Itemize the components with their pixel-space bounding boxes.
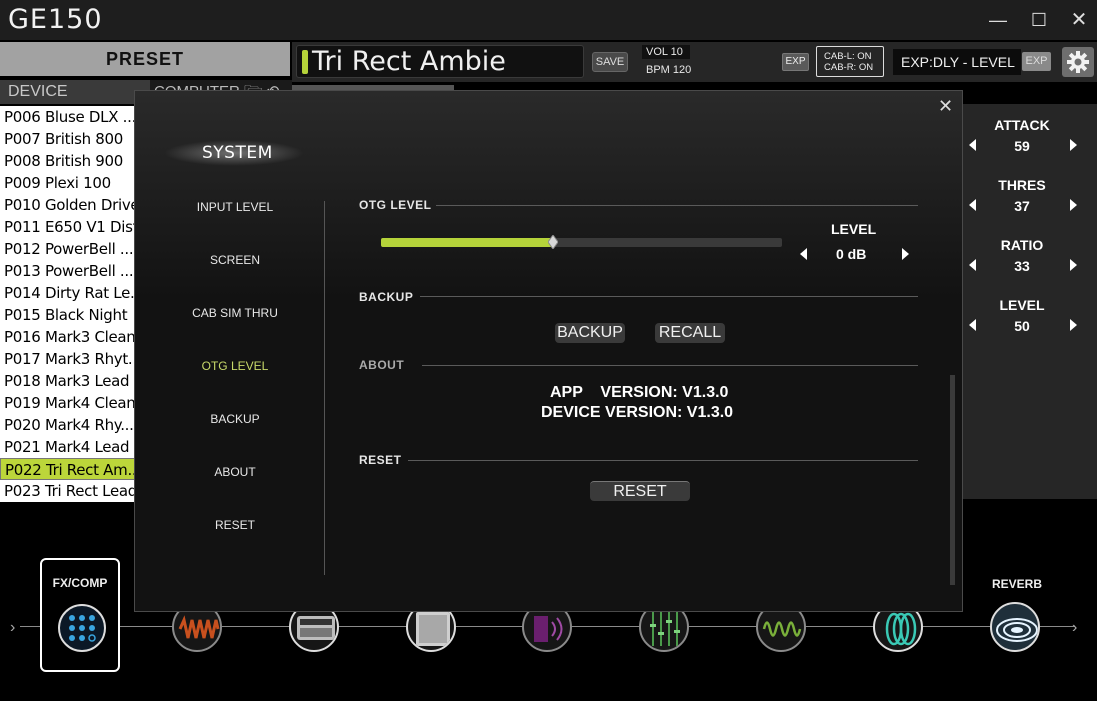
bpm-readout: BPM 120 [646,64,692,76]
preset-list-item[interactable]: P021 Mark4 Lead [0,436,135,458]
decrease-arrow-icon[interactable] [969,139,976,151]
nav-backup[interactable]: BACKUP [160,412,310,426]
nav-divider [324,201,325,575]
app-title: GE150 [8,4,103,35]
level-increase-icon[interactable] [902,248,909,260]
param-value: 37 [1014,198,1030,214]
increase-arrow-icon[interactable] [1070,319,1077,331]
preset-list-item[interactable]: P020 Mark4 Rhy... [0,414,135,436]
param-name: THRES [998,177,1046,193]
nav-otg-level[interactable]: OTG LEVEL [160,359,310,373]
increase-arrow-icon[interactable] [1070,199,1077,211]
device-version: DEVICE VERSION: V1.3.0 [541,404,734,421]
exp-toggle-button[interactable]: EXP [1022,52,1051,71]
preset-name[interactable]: Tri Rect Ambie [312,46,506,77]
cab-status[interactable]: CAB-L: ON CAB-R: ON [816,46,884,77]
settings-button[interactable] [1062,47,1094,77]
reverb-label: REVERB [992,577,1043,591]
nav-cab-sim-thru[interactable]: CAB SIM THRU [160,306,310,320]
preset-list-item[interactable]: P016 Mark3 Clean [0,326,135,348]
param-value: 33 [1014,258,1030,274]
about-heading: ABOUT [359,358,405,372]
preset-list-item[interactable]: P017 Mark3 Rhyt... [0,348,135,370]
reset-heading: RESET [359,453,402,467]
otg-level-slider-fill [381,238,553,247]
recall-button[interactable]: RECALL [655,323,725,343]
param-name: RATIO [1000,237,1044,253]
preset-list-item[interactable]: P007 British 800 [0,128,135,150]
preset-list-item[interactable]: P013 PowerBell ... [0,260,135,282]
reverb-module-icon[interactable] [990,602,1040,652]
nav-about[interactable]: ABOUT [160,465,310,479]
section-divider [422,365,918,366]
preset-list-item[interactable]: P023 Tri Rect Lead [0,480,135,502]
fxcomp-icon [58,604,106,652]
nav-screen[interactable]: SCREEN [160,253,310,267]
otg-level-heading: OTG LEVEL [359,198,432,212]
preset-list-item[interactable]: P012 PowerBell ... [0,238,135,260]
gear-icon [1067,51,1089,73]
preset-list-item[interactable]: P011 E650 V1 Dist [0,216,135,238]
title-bar [0,0,1097,40]
reset-button[interactable]: RESET [590,481,690,501]
save-button[interactable]: SAVE [592,52,628,72]
param-name: LEVEL [999,297,1045,313]
chain-out-arrow-icon: › [1072,619,1078,636]
otg-level-value: 0 dB [836,246,867,262]
preset-list-item[interactable]: P022 Tri Rect Am... [0,458,135,480]
preset-indicator [302,50,308,74]
preset-list-item[interactable]: P014 Dirty Rat Le... [0,282,135,304]
decrease-arrow-icon[interactable] [969,319,976,331]
close-window-button[interactable]: ✕ [1067,8,1091,32]
preset-list: P006 Bluse DLX ... P007 British 800 P008 B… [0,106,135,502]
section-divider [420,296,918,297]
fxcomp-label: FX/COMP [52,576,108,590]
decrease-arrow-icon[interactable] [969,199,976,211]
param-value: 50 [1014,318,1030,334]
exp-assignment[interactable]: EXP:DLY - LEVEL [893,49,1021,75]
slider-thumb[interactable] [547,234,559,250]
dialog-scrollbar[interactable] [950,375,955,585]
preset-list-item[interactable]: P006 Bluse DLX ... [0,106,135,128]
section-divider [436,205,918,206]
cab-l-status: CAB-L: ON [824,51,872,62]
preset-list-item[interactable]: P019 Mark4 Clean [0,392,135,414]
close-dialog-button[interactable]: ✕ [938,96,953,117]
otg-level-label: LEVEL [831,221,877,237]
param-name: ATTACK [994,117,1050,133]
increase-arrow-icon[interactable] [1070,139,1077,151]
param-value: 59 [1014,138,1030,154]
param-thres: THRES 37 [962,177,1082,229]
maximize-button[interactable]: ☐ [1027,8,1051,32]
param-ratio: RATIO 33 [962,237,1082,289]
level-decrease-icon[interactable] [800,248,807,260]
preset-list-item[interactable]: P008 British 900 [0,150,135,172]
minimize-button[interactable]: — [986,8,1010,32]
param-attack: ATTACK 59 [962,117,1082,169]
backup-heading: BACKUP [359,290,414,304]
fxcomp-module[interactable]: FX/COMP [40,558,120,672]
nav-input-level[interactable]: INPUT LEVEL [160,200,310,214]
section-divider [408,460,918,461]
preset-list-item[interactable]: P010 Golden Drive [0,194,135,216]
volume-readout: VOL 10 [642,45,690,59]
preset-list-item[interactable]: P015 Black Night [0,304,135,326]
chain-in-arrow-icon: › [10,619,16,636]
cab-r-status: CAB-R: ON [824,62,874,73]
preset-list-item[interactable]: P009 Plexi 100 [0,172,135,194]
increase-arrow-icon[interactable] [1070,259,1077,271]
nav-reset[interactable]: RESET [160,518,310,532]
dialog-title: SYSTEM [202,143,273,163]
preset-list-item[interactable]: P018 Mark3 Lead [0,370,135,392]
app-version: APP VERSION: V1.3.0 [550,384,729,401]
param-level: LEVEL 50 [962,297,1082,349]
backup-button[interactable]: BACKUP [555,323,625,343]
device-tab[interactable]: DEVICE [0,80,150,104]
preset-tab[interactable]: PRESET [0,42,290,76]
decrease-arrow-icon[interactable] [969,259,976,271]
exp-button[interactable]: EXP [782,53,809,71]
system-dialog [134,90,963,612]
